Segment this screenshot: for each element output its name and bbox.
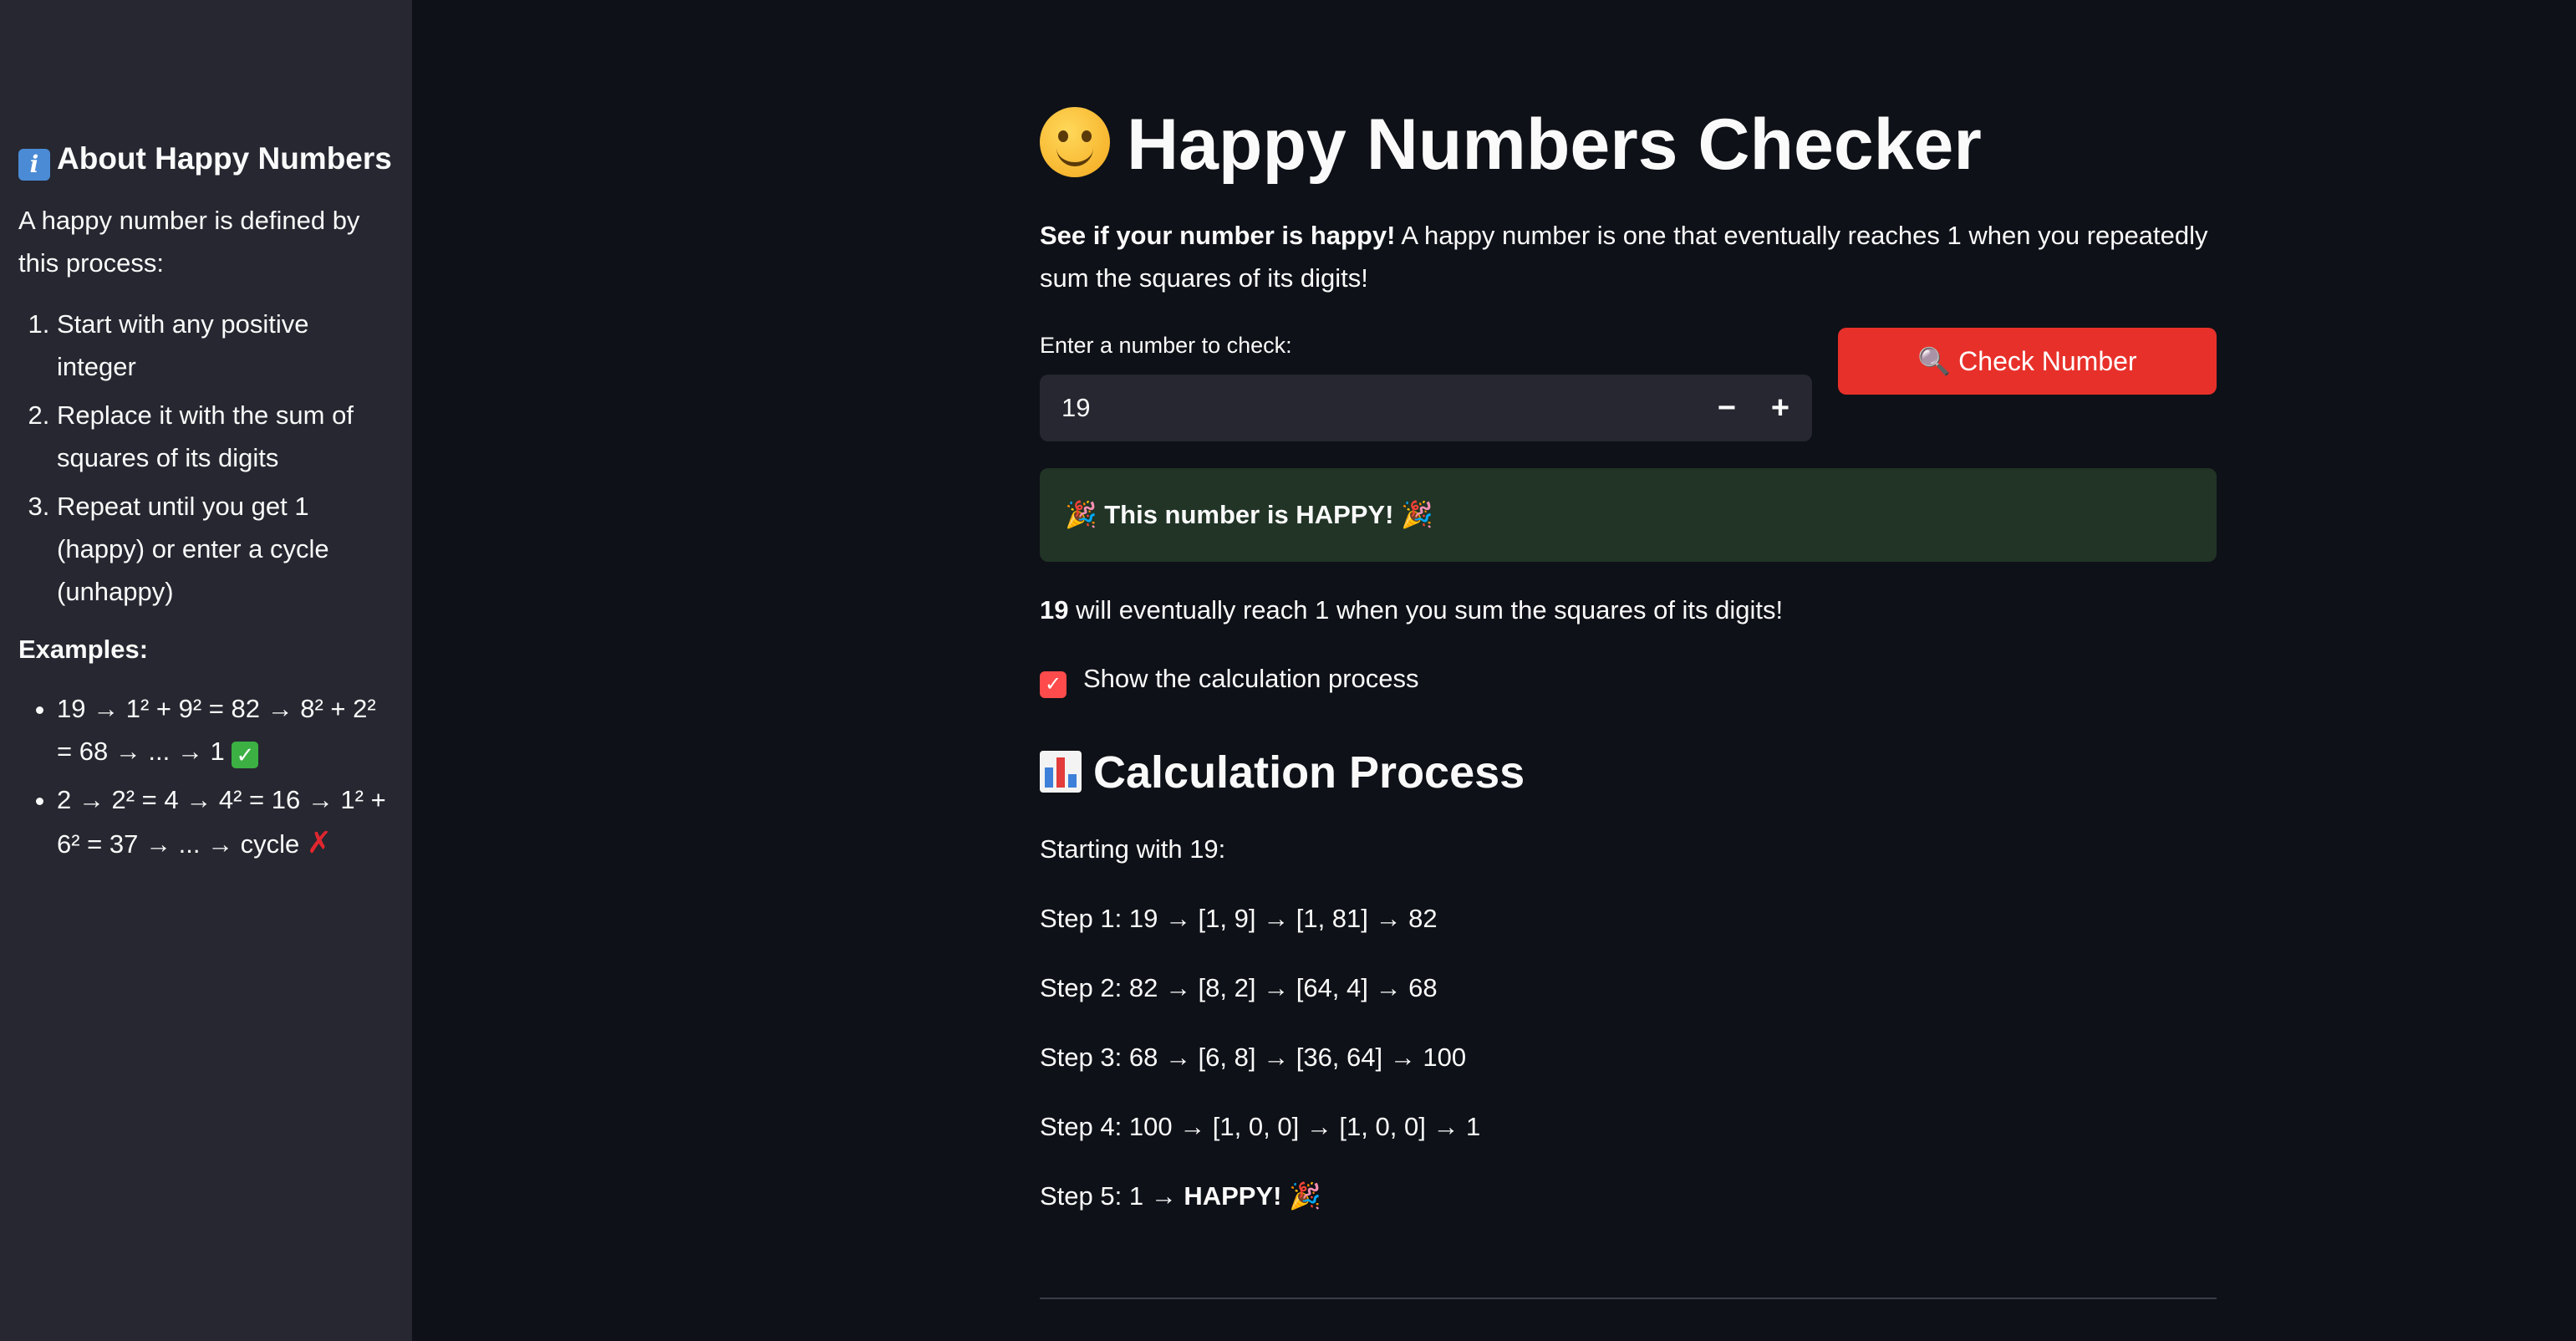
sidebar-title-text: About Happy Numbers <box>57 141 392 176</box>
bar-chart-icon <box>1040 751 1082 793</box>
decrement-button[interactable]: − <box>1700 375 1754 441</box>
process-step: Start with any positive integer <box>57 303 394 388</box>
final-step-bold: HAPPY! <box>1184 1181 1282 1211</box>
success-alert: 🎉 This number is HAPPY! 🎉 <box>1040 468 2217 562</box>
calculation-step: Step 2: 82 → [8, 2] → [64, 4] → 68 <box>1040 973 1438 1002</box>
section-title-text: Calculation Process <box>1093 747 1525 798</box>
page-title: Happy Numbers Checker <box>1040 99 1982 191</box>
process-step: Repeat until you get 1 (happy) or enter … <box>57 485 394 613</box>
example-text: 2 → 2² = 4 → 4² = 16 → 1² + 6² = 37 → ..… <box>57 785 386 859</box>
starting-line: Starting with 19: <box>1040 834 1226 864</box>
cross-mark-icon: ✗ <box>306 825 333 859</box>
result-text: will eventually reach 1 when you sum the… <box>1068 595 1784 625</box>
number-input[interactable]: 19 − + <box>1040 375 1812 441</box>
sidebar-intro: A happy number is defined by this proces… <box>18 206 360 278</box>
section-title: Calculation Process <box>1040 739 1525 806</box>
checkbox-label[interactable]: Show the calculation process <box>1083 664 1419 693</box>
process-list: Start with any positive integer Replace … <box>18 303 394 613</box>
increment-button[interactable]: + <box>1754 375 1807 441</box>
calculation-step: Step 3: 68 → [6, 8] → [36, 64] → 100 <box>1040 1043 1467 1072</box>
smiley-icon <box>1040 107 1110 177</box>
calculation-step-final: Step 5: 1 → HAPPY! 🎉 <box>1040 1175 1480 1244</box>
sidebar-title: i About Happy Numbers <box>18 139 394 181</box>
page-title-text: Happy Numbers Checker <box>1127 105 1982 185</box>
example-item: 19 → 1² + 9² = 82 → 8² + 2² = 68 → ... →… <box>57 687 394 772</box>
examples-list: 19 → 1² + 9² = 82 → 8² + 2² = 68 → ... →… <box>18 687 394 865</box>
show-process-checkbox-row[interactable]: ✓ Show the calculation process <box>1040 657 1419 700</box>
result-message: 19 will eventually reach 1 when you sum … <box>1040 589 1783 631</box>
calculation-step: Step 4: 100 → [1, 0, 0] → [1, 0, 0] → 1 <box>1040 1112 1481 1141</box>
final-step-prefix: Step 5: 1 → <box>1040 1181 1184 1211</box>
number-input-value[interactable]: 19 <box>1061 375 1090 441</box>
process-step: Replace it with the sum of squares of it… <box>57 394 394 479</box>
final-step-suffix: 🎉 <box>1281 1181 1321 1211</box>
calculation-step: Step 1: 19 → [1, 9] → [1, 81] → 82 <box>1040 904 1438 933</box>
result-number: 19 <box>1040 595 1069 625</box>
info-icon: i <box>18 149 50 181</box>
examples-label: Examples: <box>18 635 149 664</box>
show-process-checkbox[interactable]: ✓ <box>1040 671 1067 698</box>
check-mark-icon: ✓ <box>232 742 259 768</box>
calculation-steps: Starting with 19: Step 1: 19 → [1, 9] → … <box>1040 828 1480 1244</box>
divider <box>1040 1298 2217 1299</box>
description-bold: See if your number is happy! <box>1040 221 1396 250</box>
check-number-button[interactable]: 🔍 Check Number <box>1838 328 2217 395</box>
sidebar: i About Happy Numbers A happy number is d… <box>0 0 412 1341</box>
description: See if your number is happy! A happy num… <box>1040 214 2217 299</box>
example-item: 2 → 2² = 4 → 4² = 16 → 1² + 6² = 37 → ..… <box>57 778 394 865</box>
number-input-label: Enter a number to check: <box>1040 333 1292 358</box>
example-text: 19 → 1² + 9² = 82 → 8² + 2² = 68 → ... →… <box>57 694 376 766</box>
